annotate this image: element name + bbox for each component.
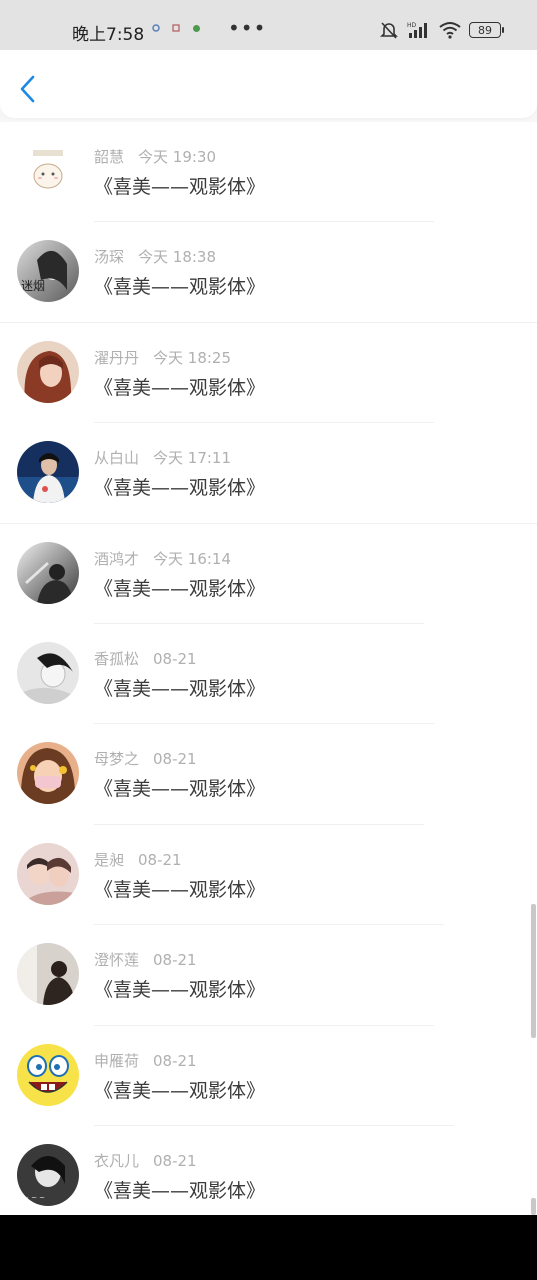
message-list: 韶慧 今天 19:30 《喜美——观影体》 迷烟 汤琛 今天 18:38 《喜美——… xyxy=(0,122,537,1215)
avatar: ~ ~ ~ xyxy=(17,1143,79,1206)
list-item[interactable]: ~ ~ ~ 衣凡儿 08-21 《喜美——观影体》 xyxy=(0,1126,537,1215)
message-time: 08-21 xyxy=(153,951,197,970)
message-preview: 《喜美——观影体》 xyxy=(94,577,266,600)
sender-name: 濯丹丹 xyxy=(94,348,140,367)
message-preview: 《喜美——观影体》 xyxy=(94,778,266,801)
sender-name: 汤琛 xyxy=(94,248,125,267)
message-preview: 《喜美——观影体》 xyxy=(94,677,266,700)
message-time: 今天 18:25 xyxy=(153,348,232,367)
message-time: 08-21 xyxy=(153,649,197,668)
chevron-left-icon xyxy=(20,75,35,103)
app-screen: 晚上7:58 ••• HD 89 韶慧 今天 19:30 《喜美——观影体》 迷… xyxy=(0,0,537,1215)
item-meta: 濯丹丹 今天 18:25 xyxy=(94,347,231,368)
app-notification-icon xyxy=(193,25,200,32)
message-time: 08-21 xyxy=(138,850,182,869)
message-preview: 《喜美——观影体》 xyxy=(94,477,266,500)
message-time: 08-21 xyxy=(153,1051,197,1070)
sender-name: 是昶 xyxy=(94,850,125,869)
svg-text:~ ~ ~: ~ ~ ~ xyxy=(23,1194,45,1202)
message-time: 今天 19:30 xyxy=(138,148,217,166)
message-preview: 《喜美——观影体》 xyxy=(94,376,266,399)
sender-name: 澄怀莲 xyxy=(94,951,140,970)
item-meta: 是昶 08-21 xyxy=(94,849,182,870)
message-preview: 《喜美——观影体》 xyxy=(94,276,266,299)
more-notifications-icon: ••• xyxy=(228,16,267,40)
message-time: 今天 16:14 xyxy=(153,549,232,568)
item-meta: 衣凡儿 08-21 xyxy=(94,1150,197,1171)
item-meta: 澄怀莲 08-21 xyxy=(94,949,197,970)
mute-bell-icon xyxy=(380,22,398,39)
avatar xyxy=(17,943,79,1006)
avatar xyxy=(17,842,79,905)
message-time: 08-21 xyxy=(153,1151,197,1170)
avatar: 迷烟 xyxy=(17,240,79,303)
sender-name: 酒鸿才 xyxy=(94,549,140,568)
message-preview: 《喜美——观影体》 xyxy=(94,176,266,198)
scrollbar-thumb[interactable] xyxy=(531,904,536,1038)
message-time: 08-21 xyxy=(153,750,197,769)
avatar xyxy=(17,742,79,805)
status-bar: 晚上7:58 ••• HD 89 xyxy=(0,0,537,50)
item-meta: 申雁荷 08-21 xyxy=(94,1050,197,1071)
message-time: 今天 18:38 xyxy=(138,248,217,267)
message-preview: 《喜美——观影体》 xyxy=(94,1079,266,1102)
item-meta: 韶慧 今天 19:30 xyxy=(94,146,216,167)
avatar xyxy=(17,441,79,504)
sender-name: 香孤松 xyxy=(94,649,140,668)
list-item[interactable]: 韶慧 今天 19:30 《喜美——观影体》 xyxy=(0,122,537,223)
sender-name: 母梦之 xyxy=(94,750,140,769)
avatar xyxy=(17,340,79,403)
header-bar xyxy=(0,50,537,118)
app-notification-icon xyxy=(172,24,180,32)
list-item[interactable]: 迷烟 汤琛 今天 18:38 《喜美——观影体》 xyxy=(0,222,537,323)
sender-name: 韶慧 xyxy=(94,148,125,166)
sender-name: 从白山 xyxy=(94,449,140,468)
item-meta: 香孤松 08-21 xyxy=(94,648,197,669)
item-meta: 母梦之 08-21 xyxy=(94,748,197,769)
list-item[interactable]: 濯丹丹 今天 18:25 《喜美——观影体》 xyxy=(0,323,537,424)
item-meta: 酒鸿才 今天 16:14 xyxy=(94,548,231,569)
back-button[interactable] xyxy=(16,74,40,104)
message-preview: 《喜美——观影体》 xyxy=(94,1179,266,1202)
battery-icon: 89 xyxy=(469,22,504,38)
system-nav-bar xyxy=(0,1215,537,1280)
battery-level: 89 xyxy=(478,24,492,37)
list-item[interactable]: 母梦之 08-21 《喜美——观影体》 xyxy=(0,724,537,825)
avatar xyxy=(17,541,79,604)
avatar xyxy=(17,641,79,704)
app-notification-icon xyxy=(152,24,160,32)
status-time: 晚上7:58 xyxy=(72,25,145,45)
status-icons: HD 89 xyxy=(379,20,504,40)
avatar xyxy=(17,140,79,202)
item-meta: 从白山 今天 17:11 xyxy=(94,447,231,468)
list-item[interactable]: 酒鸿才 今天 16:14 《喜美——观影体》 xyxy=(0,524,537,624)
message-preview: 《喜美——观影体》 xyxy=(94,979,266,1002)
message-preview: 《喜美——观影体》 xyxy=(94,878,266,901)
list-item[interactable]: 从白山 今天 17:11 《喜美——观影体》 xyxy=(0,423,537,524)
sender-name: 申雁荷 xyxy=(94,1051,140,1070)
list-item[interactable]: 是昶 08-21 《喜美——观影体》 xyxy=(0,825,537,926)
svg-text:HD: HD xyxy=(407,22,417,29)
list-item[interactable]: 澄怀莲 08-21 《喜美——观影体》 xyxy=(0,925,537,1026)
signal-icon: HD xyxy=(407,22,427,38)
avatar xyxy=(17,1043,79,1106)
notification-icons xyxy=(152,24,201,33)
item-meta: 汤琛 今天 18:38 xyxy=(94,246,216,267)
wifi-icon xyxy=(439,22,461,39)
sender-name: 衣凡儿 xyxy=(94,1151,140,1170)
scrollbar-thumb-secondary[interactable] xyxy=(531,1198,536,1215)
message-time: 今天 17:11 xyxy=(153,449,232,468)
list-item[interactable]: 申雁荷 08-21 《喜美——观影体》 xyxy=(0,1026,537,1126)
svg-text:迷烟: 迷烟 xyxy=(21,279,45,293)
list-item[interactable]: 香孤松 08-21 《喜美——观影体》 xyxy=(0,624,537,725)
